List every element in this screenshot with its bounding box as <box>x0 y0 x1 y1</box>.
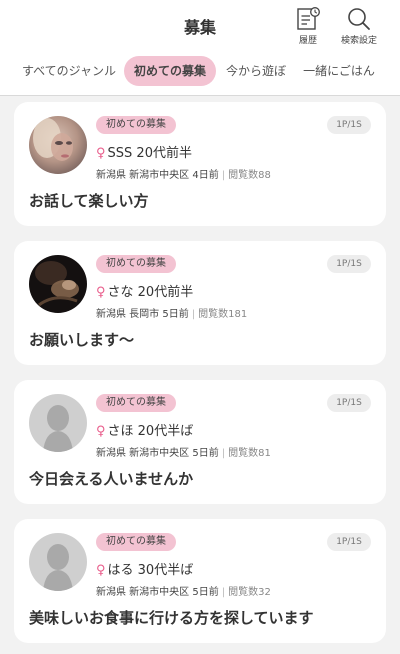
post-meta: 新潟県 新潟市中央区 5日前 | 閲覧数81 <box>96 444 271 459</box>
user-name-age: ♀ はる 30代半ば <box>96 559 193 578</box>
app-header: 募集 履歴 検索設定 すべてのジャンル 初めての募集 今から遊ぼ 一緒にごはん <box>0 0 400 96</box>
avatar-photo-icon <box>29 255 87 313</box>
view-count: 閲覧数181 <box>198 309 248 320</box>
location: 新潟県 新潟市中央区 <box>96 587 190 598</box>
page-badge: 1P/1S <box>327 533 371 551</box>
avatar[interactable] <box>29 255 87 313</box>
genre-badge: 初めての募集 <box>96 255 176 273</box>
tab-first-recruit[interactable]: 初めての募集 <box>124 56 216 86</box>
user-name-age: ♀ さな 20代前半 <box>96 281 193 300</box>
post-message: お話して楽しい方 <box>29 192 149 210</box>
female-icon: ♀ <box>96 563 106 578</box>
genre-tabs: すべてのジャンル 初めての募集 今から遊ぼ 一緒にごはん <box>0 56 400 88</box>
default-avatar-icon <box>29 533 87 591</box>
tab-all-genres[interactable]: すべてのジャンル <box>14 56 124 86</box>
default-avatar-icon <box>29 394 87 452</box>
tab-play-now[interactable]: 今から遊ぼ <box>218 56 294 86</box>
post-meta: 新潟県 長岡市 5日前 | 閲覧数181 <box>96 305 247 320</box>
female-icon: ♀ <box>96 285 106 300</box>
history-icon <box>297 7 320 30</box>
location: 新潟県 新潟市中央区 <box>96 170 190 181</box>
name-age-text: さほ 20代半ば <box>107 424 194 439</box>
female-icon: ♀ <box>96 146 106 161</box>
divider: | <box>221 448 226 459</box>
tab-dine-together[interactable]: 一緒にごはん <box>296 56 382 86</box>
view-count: 閲覧数81 <box>228 448 271 459</box>
divider: | <box>191 309 196 320</box>
post-card[interactable]: 初めての募集 1P/1S ♀ SSS 20代前半 新潟県 新潟市中央区 4日前 | 閲… <box>14 102 386 226</box>
posted-time: 5日前 <box>162 309 189 320</box>
search-icon <box>348 8 370 30</box>
history-label: 履歴 <box>298 36 317 46</box>
search-settings-label: 検索設定 <box>340 36 377 46</box>
posted-time: 4日前 <box>192 170 219 181</box>
post-message: 美味しいお食事に行ける方を探しています <box>29 609 314 627</box>
name-age-text: SSS 20代前半 <box>107 146 192 161</box>
posted-time: 5日前 <box>192 448 219 459</box>
page-badge: 1P/1S <box>327 255 371 273</box>
post-meta: 新潟県 新潟市中央区 5日前 | 閲覧数32 <box>96 583 271 598</box>
post-meta: 新潟県 新潟市中央区 4日前 | 閲覧数88 <box>96 166 271 181</box>
avatar[interactable] <box>29 116 87 174</box>
view-count: 閲覧数32 <box>228 587 271 598</box>
divider: | <box>221 170 226 181</box>
post-message: お願いします〜 <box>29 331 135 349</box>
post-message: 今日会える人いませんか <box>29 470 194 488</box>
post-card[interactable]: 初めての募集 1P/1S ♀ さほ 20代半ば 新潟県 新潟市中央区 5日前 | 閲覧… <box>14 380 386 504</box>
post-card[interactable]: 初めての募集 1P/1S ♀ はる 30代半ば 新潟県 新潟市中央区 5日前 | 閲覧… <box>14 519 386 643</box>
user-name-age: ♀ SSS 20代前半 <box>96 142 192 161</box>
genre-badge: 初めての募集 <box>96 116 176 134</box>
name-age-text: はる 30代半ば <box>107 563 194 578</box>
post-card[interactable]: 初めての募集 1P/1S ♀ さな 20代前半 新潟県 長岡市 5日前 | 閲覧数18… <box>14 241 386 365</box>
avatar[interactable] <box>29 533 87 591</box>
posted-time: 5日前 <box>192 587 219 598</box>
location: 新潟県 長岡市 <box>96 309 160 320</box>
female-icon: ♀ <box>96 424 106 439</box>
history-button[interactable]: 履歴 <box>284 6 332 46</box>
page-badge: 1P/1S <box>327 116 371 134</box>
location: 新潟県 新潟市中央区 <box>96 448 190 459</box>
avatar-photo-icon <box>29 116 87 174</box>
divider: | <box>221 587 226 598</box>
page-badge: 1P/1S <box>327 394 371 412</box>
genre-badge: 初めての募集 <box>96 533 176 551</box>
genre-badge: 初めての募集 <box>96 394 176 412</box>
view-count: 閲覧数88 <box>228 170 271 181</box>
name-age-text: さな 20代前半 <box>107 285 194 300</box>
avatar[interactable] <box>29 394 87 452</box>
search-settings-button[interactable]: 検索設定 <box>334 6 384 46</box>
user-name-age: ♀ さほ 20代半ば <box>96 420 193 439</box>
